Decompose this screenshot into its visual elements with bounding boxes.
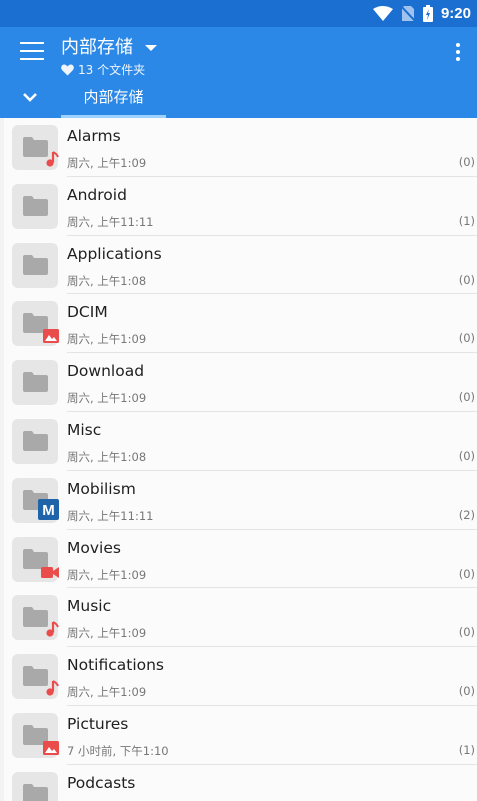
file-name: Pictures [67,714,129,733]
mobilism-logo-icon: M [38,498,59,524]
subtitle: 13 个文件夹 [61,61,157,78]
file-row[interactable]: Alarms 周六, 上午1:09 (0) [4,118,477,177]
item-count: (0) [458,331,475,346]
status-icons: 9:20 [372,5,471,22]
folder-thumbnail [12,418,58,464]
folder-thumbnail [12,301,59,347]
file-date: 周六, 上午11:11 [67,508,154,523]
item-count: (0) [458,684,475,699]
folder-thumbnail [12,771,58,801]
folder-count-text: 13 个文件夹 [78,63,146,77]
file-name: Music [67,597,112,616]
folder-thumbnail [12,242,58,288]
file-date: 周六, 上午1:09 [67,391,147,406]
file-row[interactable]: Misc 周六, 上午1:08 (0) [4,412,477,471]
app-bar: 内部存储 13 个文件夹 内部存储 [0,27,477,118]
file-date: 周六, 上午1:09 [67,156,147,170]
folder-icon [23,372,48,396]
title-area[interactable]: 内部存储 13 个文件夹 [61,33,157,78]
file-name: Mobilism [67,479,136,498]
file-row[interactable]: Applications 周六, 上午1:08 (0) [4,236,477,295]
file-date: 周六, 上午1:09 [67,626,147,641]
folder-thumbnail [12,183,58,229]
item-count: (0) [458,448,475,463]
more-options-button[interactable] [453,43,463,63]
folder-icon [23,783,48,801]
file-row[interactable]: Music 周六, 上午1:09 (0) [4,588,477,648]
folder-thumbnail [12,360,58,406]
folder-thumbnail: M [12,477,59,524]
folder-thumbnail [12,595,59,641]
file-list[interactable]: Alarms 周六, 上午1:09 (0) Android 周六, 上午11:11 (1)… [4,118,477,801]
file-date: 周六, 上午1:09 [67,332,147,347]
file-row[interactable]: M Mobilism 周六, 上午11:11 (2) [4,471,477,530]
item-count: (0) [458,272,475,287]
file-name: DCIM [67,303,108,322]
item-count: (2) [458,507,475,522]
file-date: 周六, 上午1:08 [67,449,147,464]
dropdown-caret-icon[interactable] [145,45,157,51]
file-row[interactable]: Movies 周六, 上午1:09 (0) [4,530,477,589]
file-name: Misc [67,420,102,439]
music-note-icon [45,680,59,700]
item-count: (0) [458,155,475,169]
music-note-icon [45,151,59,171]
item-count: (1) [458,742,475,757]
file-name: Notifications [67,656,165,675]
image-icon [43,328,59,347]
video-camera-icon [41,564,59,583]
file-name: Android [67,185,127,204]
battery-icon [422,5,433,22]
file-name: Download [67,362,145,381]
item-count: (0) [458,390,475,405]
file-name: Applications [67,244,162,263]
file-date: 周六, 上午1:09 [67,685,147,700]
file-name: Alarms [67,127,121,145]
wifi-icon [372,5,393,21]
file-date: 周六, 上午11:11 [67,214,154,229]
file-row[interactable]: Android 周六, 上午11:11 (1) [4,177,477,236]
folder-icon [23,254,48,279]
file-date: 7 小时前, 下午1:10 [67,743,169,758]
page-title: 内部存储 [61,37,133,58]
file-row[interactable]: Notifications 周六, 上午1:09 (0) [4,647,477,706]
chevron-down-icon[interactable] [22,92,38,104]
item-count: (0) [458,566,475,581]
folder-thumbnail [12,654,59,700]
menu-button[interactable] [20,42,44,62]
item-count: (0) [458,625,475,640]
file-row[interactable]: Pictures 7 小时前, 下午1:10 (1) [4,706,477,765]
file-row[interactable]: Podcasts [4,765,477,801]
folder-thumbnail [12,712,59,759]
file-name: Podcasts [67,773,136,792]
folder-icon [23,195,48,220]
folder-icon [23,430,48,455]
file-name: Movies [67,538,121,557]
file-date: 周六, 上午1:08 [67,273,147,288]
music-note-icon [45,621,59,641]
file-row[interactable]: Download 周六, 上午1:09 (0) [4,353,477,412]
tab-internal-storage[interactable]: 内部存储 [61,82,166,118]
status-bar: 9:20 [0,0,477,27]
file-date: 周六, 上午1:09 [67,567,147,582]
folder-thumbnail [12,125,59,171]
tab-row: 内部存储 [0,82,477,118]
file-row[interactable]: DCIM 周六, 上午1:09 (0) [4,294,477,354]
heart-icon [61,64,74,75]
image-icon [43,740,59,759]
folder-thumbnail [12,536,59,583]
no-sim-icon [400,5,415,22]
svg-text:M: M [42,502,55,519]
status-time: 9:20 [440,5,471,22]
item-count: (1) [458,213,475,228]
